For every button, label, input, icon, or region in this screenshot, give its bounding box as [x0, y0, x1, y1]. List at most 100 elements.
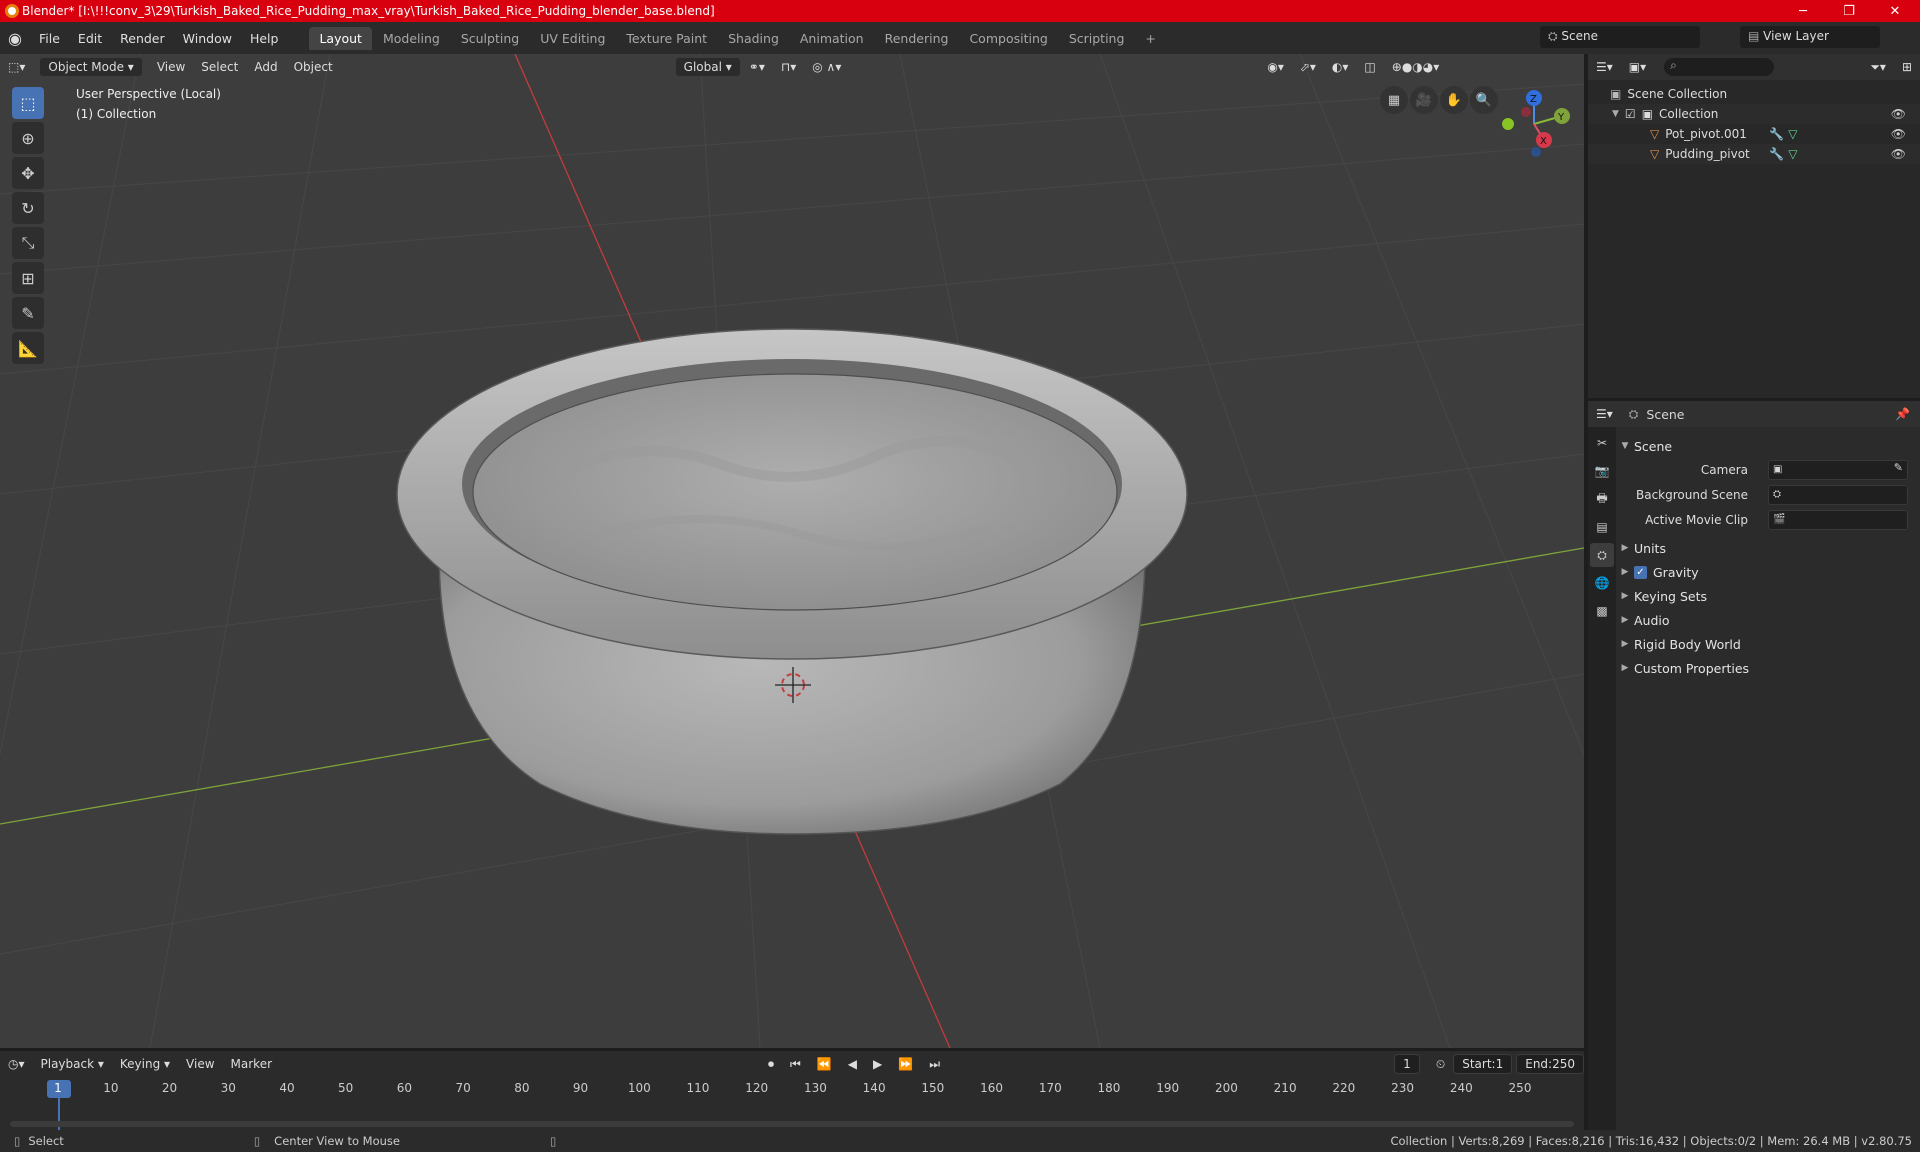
pin-icon[interactable]: 📌 — [1895, 407, 1910, 421]
transform-orientation-dropdown[interactable]: Global ▾ — [674, 57, 741, 77]
units-panel-header[interactable]: ▶ Units — [1616, 537, 1920, 559]
viewport-menu-view[interactable]: View — [149, 58, 193, 76]
current-frame-field[interactable]: 1 — [1394, 1054, 1420, 1074]
maximize-button[interactable]: ❐ — [1826, 0, 1872, 22]
viewport-menu-add[interactable]: Add — [246, 58, 285, 76]
editor-type-icon[interactable]: ⬚▾ — [0, 58, 33, 76]
blender-menu-icon[interactable]: ◉ — [0, 23, 30, 53]
eye-icon[interactable]: 👁 — [1891, 147, 1906, 161]
transform-tool-icon[interactable]: ⊞ — [12, 262, 44, 294]
keying-menu[interactable]: Keying ▾ — [112, 1055, 178, 1073]
menu-render[interactable]: Render — [111, 31, 174, 46]
xray-icon[interactable]: ◫ — [1356, 58, 1383, 76]
mesh-data-icon[interactable]: ▽ — [1788, 147, 1797, 161]
mesh-data-icon[interactable]: ▽ — [1788, 127, 1797, 141]
menu-file[interactable]: File — [30, 31, 69, 46]
outliner-item-pudding[interactable]: ▽ Pudding_pivot 🔧 ▽ 👁 — [1588, 144, 1920, 164]
jump-start-icon[interactable]: ⏮ — [782, 1055, 809, 1074]
navigation-gizmo[interactable]: Z Y X — [1478, 86, 1584, 176]
play-icon[interactable]: ▶ — [865, 1055, 890, 1073]
overlays-icon[interactable]: ◐▾ — [1324, 58, 1357, 76]
menu-window[interactable]: Window — [174, 31, 241, 46]
end-frame-field[interactable]: End: 250 — [1516, 1054, 1584, 1074]
pivot-point-icon[interactable]: ⚭▾ — [741, 58, 773, 76]
scene-selector[interactable]: ⛭ Scene — [1540, 26, 1700, 48]
workspace-tab-shading[interactable]: Shading — [718, 27, 789, 50]
menu-edit[interactable]: Edit — [69, 31, 111, 46]
marker-menu[interactable]: Marker — [223, 1055, 280, 1073]
workspace-tab-scripting[interactable]: Scripting — [1059, 27, 1135, 50]
properties-editor-type-icon[interactable]: ☰▾ — [1588, 405, 1621, 423]
scale-tool-icon[interactable]: ⤡ — [12, 227, 44, 259]
workspace-tab-layout[interactable]: Layout — [309, 26, 372, 50]
outliner-item-pot[interactable]: ▽ Pot_pivot.001 🔧 ▽ 👁 — [1588, 124, 1920, 144]
gravity-panel-header[interactable]: ▶ ✓ Gravity — [1616, 561, 1920, 583]
viewport-menu-object[interactable]: Object — [286, 58, 341, 76]
camera-field[interactable]: ▣ ✎ — [1768, 460, 1908, 480]
playback-menu[interactable]: Playback ▾ — [33, 1055, 112, 1073]
shading-modes-icon[interactable]: ⊕●◑◕▾ — [1384, 58, 1448, 76]
filter-icon[interactable]: ⏷▾ — [1862, 58, 1894, 77]
checkbox-icon[interactable]: ☑ — [1625, 107, 1636, 121]
gravity-checkbox[interactable]: ✓ — [1634, 565, 1647, 579]
move-tool-icon[interactable]: ✥ — [12, 157, 44, 189]
workspace-tab-animation[interactable]: Animation — [790, 27, 874, 50]
visibility-icon[interactable]: ◉▾ — [1259, 58, 1292, 76]
background-scene-field[interactable]: ⛭ — [1768, 485, 1908, 505]
audio-panel-header[interactable]: ▶ Audio — [1616, 609, 1920, 631]
rotate-tool-icon[interactable]: ↻ — [12, 192, 44, 224]
object-mode-dropdown[interactable]: Object Mode ▾ — [39, 57, 143, 77]
jump-keyframe-forward-icon[interactable]: ⏩ — [890, 1055, 921, 1073]
record-icon[interactable]: ⏺ — [760, 1055, 782, 1074]
modifier-wrench-icon[interactable]: 🔧 — [1769, 127, 1784, 141]
output-tab-icon[interactable]: 🖶 — [1590, 487, 1614, 511]
timeline-view-menu[interactable]: View — [178, 1055, 222, 1073]
outliner-scene-collection[interactable]: ▣ Scene Collection — [1588, 84, 1920, 104]
pudding-object[interactable] — [472, 373, 1118, 611]
frame-ruler[interactable]: 1 10 20 30 40 50 60 70 80 90 100 110 120 130 140 150 160… — [0, 1079, 1584, 1131]
measure-tool-icon[interactable]: 📐 — [12, 332, 44, 364]
add-workspace-button[interactable]: + — [1135, 27, 1165, 50]
eye-icon[interactable]: 👁 — [1891, 127, 1906, 141]
eye-icon[interactable]: 👁 — [1891, 107, 1906, 121]
render-tab-icon[interactable]: 📷 — [1590, 459, 1614, 483]
outliner-collection[interactable]: ▼ ☑ ▣ Collection 👁 — [1588, 104, 1920, 124]
menu-help[interactable]: Help — [241, 31, 288, 46]
play-reverse-icon[interactable]: ◀ — [840, 1055, 865, 1073]
modifier-wrench-icon[interactable]: 🔧 — [1769, 147, 1784, 161]
workspace-tab-texture-paint[interactable]: Texture Paint — [616, 27, 717, 50]
workspace-tab-uv-editing[interactable]: UV Editing — [530, 27, 615, 50]
viewport-menu-select[interactable]: Select — [193, 58, 246, 76]
3d-viewport[interactable]: ⬚▾ Object Mode ▾ View Select Add Object … — [0, 54, 1584, 1048]
workspace-tab-rendering[interactable]: Rendering — [875, 27, 959, 50]
cursor-tool-icon[interactable]: ⊕ — [12, 122, 44, 154]
keying-sets-panel-header[interactable]: ▶ Keying Sets — [1616, 585, 1920, 607]
view-layer-selector[interactable]: ▤ View Layer — [1740, 26, 1880, 48]
use-preview-range-icon[interactable]: ⏲ — [1428, 1055, 1453, 1074]
pan-view-icon[interactable]: ✋ — [1440, 86, 1468, 114]
select-box-tool-icon[interactable]: ⬚ — [12, 87, 44, 119]
tool-tab-icon[interactable]: ✂ — [1590, 431, 1614, 455]
world-tab-icon[interactable]: 🌐 — [1590, 571, 1614, 595]
start-frame-field[interactable]: Start: 1 — [1453, 1054, 1513, 1074]
timeline-editor-type-icon[interactable]: ◷▾ — [0, 1055, 33, 1073]
texture-tab-icon[interactable]: ▩ — [1590, 599, 1614, 623]
display-mode-icon[interactable]: ▣▾ — [1621, 58, 1654, 76]
timeline-scrollbar[interactable] — [10, 1121, 1574, 1127]
jump-end-icon[interactable]: ⏭ — [921, 1055, 948, 1074]
custom-properties-panel-header[interactable]: ▶ Custom Properties — [1616, 657, 1920, 679]
snap-icon[interactable]: ⊓▾ — [773, 58, 804, 76]
view-layer-tab-icon[interactable]: ▤ — [1590, 515, 1614, 539]
proportional-editing-icon[interactable]: ◎ ∧▾ — [804, 58, 849, 76]
camera-view-icon[interactable]: 🎥 — [1410, 86, 1438, 114]
scene-tab-icon[interactable]: ⛭ — [1590, 543, 1614, 567]
workspace-tab-modeling[interactable]: Modeling — [373, 27, 450, 50]
toggle-ortho-icon[interactable]: ▦ — [1380, 86, 1408, 114]
annotate-tool-icon[interactable]: ✎ — [12, 297, 44, 329]
minimize-button[interactable]: ─ — [1780, 0, 1826, 22]
active-movie-clip-field[interactable]: 🎬 — [1768, 510, 1908, 530]
outliner-search-input[interactable]: ⌕ — [1664, 58, 1775, 76]
workspace-tab-sculpting[interactable]: Sculpting — [451, 27, 529, 50]
close-button[interactable]: ✕ — [1872, 0, 1918, 22]
expand-arrow-icon[interactable]: ▼ — [1612, 109, 1619, 119]
